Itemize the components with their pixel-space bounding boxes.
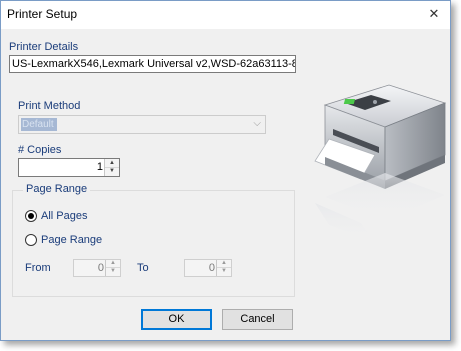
ok-button[interactable]: OK (141, 309, 212, 330)
printer-setup-dialog: Printer Setup ✕ Printer Details US-Lexma… (0, 0, 451, 341)
from-value: 0 (97, 262, 104, 274)
from-stepper[interactable]: 0 ▲ ▼ (73, 259, 121, 277)
page-range-radio[interactable] (25, 234, 37, 246)
spin-down-icon[interactable]: ▼ (106, 268, 120, 275)
spin-down-icon[interactable]: ▼ (217, 268, 231, 275)
from-label: From (25, 262, 51, 274)
spin-down-icon[interactable]: ▼ (105, 167, 119, 175)
close-icon[interactable]: ✕ (428, 7, 440, 20)
page-range-option-label[interactable]: Page Range (41, 234, 102, 246)
to-spin-buttons: ▲ ▼ (216, 260, 231, 276)
page-range-group-label: Page Range (23, 183, 91, 195)
copies-value[interactable]: 1 (97, 160, 103, 175)
copies-spin-buttons: ▲ ▼ (104, 159, 119, 176)
spin-up-icon[interactable]: ▲ (217, 260, 231, 268)
print-method-label: Print Method (18, 100, 81, 112)
copies-stepper[interactable]: 1 ▲ ▼ (18, 158, 120, 177)
printer-details-field[interactable]: US-LexmarkX546,Lexmark Universal v2,WSD-… (9, 55, 296, 73)
from-spin-buttons: ▲ ▼ (105, 260, 120, 276)
title-bar: Printer Setup ✕ (1, 1, 450, 29)
chevron-down-icon[interactable]: ⌵ (253, 118, 261, 129)
spin-up-icon[interactable]: ▲ (106, 260, 120, 268)
printer-icon (314, 84, 447, 243)
copies-label: # Copies (18, 144, 62, 156)
print-method-dropdown[interactable]: Default ⌵ (18, 115, 266, 134)
all-pages-radio[interactable] (25, 210, 37, 222)
to-stepper[interactable]: 0 ▲ ▼ (184, 259, 232, 277)
printer-details-label: Printer Details (9, 41, 79, 53)
cancel-button[interactable]: Cancel (222, 309, 293, 330)
dialog-title: Printer Setup (7, 7, 78, 21)
all-pages-label[interactable]: All Pages (41, 210, 87, 222)
to-label: To (137, 262, 149, 274)
print-method-selected-value: Default (21, 118, 57, 131)
to-value: 0 (208, 262, 215, 274)
